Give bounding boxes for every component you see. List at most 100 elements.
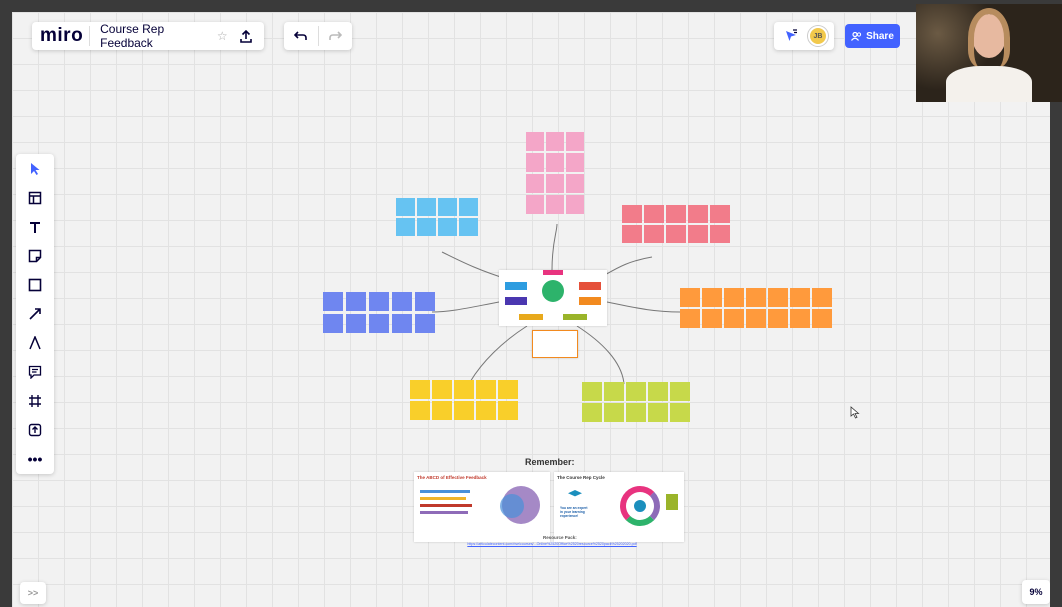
indigo-sticky-note[interactable] [323,314,343,333]
text-tool-icon[interactable] [20,213,50,241]
indigo-sticky-note[interactable] [415,292,435,311]
yellow-sticky-note[interactable] [454,401,474,420]
blue-sticky-note[interactable] [417,198,436,216]
indigo-sticky-note[interactable] [346,314,366,333]
orange-sticky-note[interactable] [812,288,832,307]
red-sticky-note[interactable] [666,225,686,243]
pink-sticky-note[interactable] [526,153,544,172]
pink-sticky-note[interactable] [566,132,584,151]
green-sticky-note[interactable] [670,403,690,422]
feedback-abcd-card[interactable]: The ABCD of Effective Feedback [414,472,550,542]
upload-tool-icon[interactable] [20,416,50,444]
blue-sticky-note[interactable] [459,218,478,236]
pink-sticky-note[interactable] [526,195,544,214]
pink-sticky-note[interactable] [566,195,584,214]
blue-sticky-note[interactable] [396,198,415,216]
orange-sticky-note[interactable] [812,309,832,328]
blue-sticky-note[interactable] [459,198,478,216]
green-sticky-note[interactable] [648,403,668,422]
indigo-sticky-note[interactable] [369,292,389,311]
yellow-sticky-note[interactable] [454,380,474,399]
pink-sticky-note[interactable] [546,153,564,172]
more-tools-icon[interactable]: ••• [20,445,50,473]
orange-sticky-note[interactable] [746,288,766,307]
green-sticky-note[interactable] [604,382,624,401]
green-sticky-note[interactable] [604,403,624,422]
green-sticky-note[interactable] [582,382,602,401]
central-map-card[interactable] [499,270,607,326]
pink-sticky-note[interactable] [566,174,584,193]
pink-sticky-note[interactable] [546,132,564,151]
indigo-sticky-note[interactable] [346,292,366,311]
yellow-sticky-note[interactable] [432,380,452,399]
pink-sticky-note[interactable] [546,174,564,193]
red-sticky-note[interactable] [666,205,686,223]
yellow-sticky-note[interactable] [498,401,518,420]
yellow-sticky-note[interactable] [410,401,430,420]
yellow-sticky-note[interactable] [476,401,496,420]
resource-pack-link[interactable]: https://articulatecontent.com/rise/cours… [422,542,682,546]
select-tool-icon[interactable] [20,155,50,183]
blue-sticky-note[interactable] [438,198,457,216]
red-sticky-note[interactable] [622,205,642,223]
pink-sticky-note[interactable] [546,195,564,214]
indigo-sticky-note[interactable] [323,292,343,311]
blue-sticky-note[interactable] [438,218,457,236]
indigo-sticky-note[interactable] [392,292,412,311]
pen-tool-icon[interactable] [20,329,50,357]
orange-sticky-note[interactable] [790,309,810,328]
red-sticky-note[interactable] [622,225,642,243]
templates-icon[interactable] [20,184,50,212]
share-button[interactable]: Share [845,24,900,48]
cursor-follow-icon[interactable] [780,25,802,47]
orange-sticky-note[interactable] [768,309,788,328]
yellow-sticky-note[interactable] [410,380,430,399]
board-canvas[interactable]: Remember: The ABCD of Effective Feedback… [12,12,1050,607]
red-sticky-note[interactable] [644,205,664,223]
blue-sticky-note[interactable] [417,218,436,236]
orange-sticky-note[interactable] [768,288,788,307]
indigo-sticky-note[interactable] [392,314,412,333]
expand-panel-button[interactable]: >> [20,582,46,604]
green-sticky-note[interactable] [626,382,646,401]
course-rep-cycle-card[interactable]: The Course Rep Cycle You are an expert i… [554,472,684,542]
notes-card[interactable] [532,330,578,358]
comment-icon[interactable] [20,358,50,386]
pink-sticky-note[interactable] [526,132,544,151]
miro-logo[interactable]: miro [40,25,83,47]
redo-icon[interactable] [325,25,347,47]
frame-tool-icon[interactable] [20,387,50,415]
yellow-sticky-note[interactable] [432,401,452,420]
red-sticky-note[interactable] [688,225,708,243]
red-sticky-note[interactable] [710,225,730,243]
orange-sticky-note[interactable] [724,309,744,328]
pink-sticky-note[interactable] [566,153,584,172]
green-sticky-note[interactable] [670,382,690,401]
orange-sticky-note[interactable] [702,309,722,328]
sticky-note-icon[interactable] [20,242,50,270]
red-sticky-note[interactable] [644,225,664,243]
upload-icon[interactable] [236,25,256,47]
green-sticky-note[interactable] [626,403,646,422]
red-sticky-note[interactable] [710,205,730,223]
orange-sticky-note[interactable] [790,288,810,307]
pink-sticky-note[interactable] [526,174,544,193]
connection-line-icon[interactable] [20,300,50,328]
orange-sticky-note[interactable] [702,288,722,307]
orange-sticky-note[interactable] [680,309,700,328]
zoom-level[interactable]: 9% [1022,580,1050,604]
orange-sticky-note[interactable] [724,288,744,307]
red-sticky-note[interactable] [688,205,708,223]
indigo-sticky-note[interactable] [369,314,389,333]
avatar[interactable]: JB [808,26,828,46]
board-title[interactable]: Course Rep Feedback [100,22,211,50]
yellow-sticky-note[interactable] [476,380,496,399]
shape-tool-icon[interactable] [20,271,50,299]
blue-sticky-note[interactable] [396,218,415,236]
undo-icon[interactable] [290,25,312,47]
indigo-sticky-note[interactable] [415,314,435,333]
green-sticky-note[interactable] [648,382,668,401]
green-sticky-note[interactable] [582,403,602,422]
orange-sticky-note[interactable] [746,309,766,328]
orange-sticky-note[interactable] [680,288,700,307]
